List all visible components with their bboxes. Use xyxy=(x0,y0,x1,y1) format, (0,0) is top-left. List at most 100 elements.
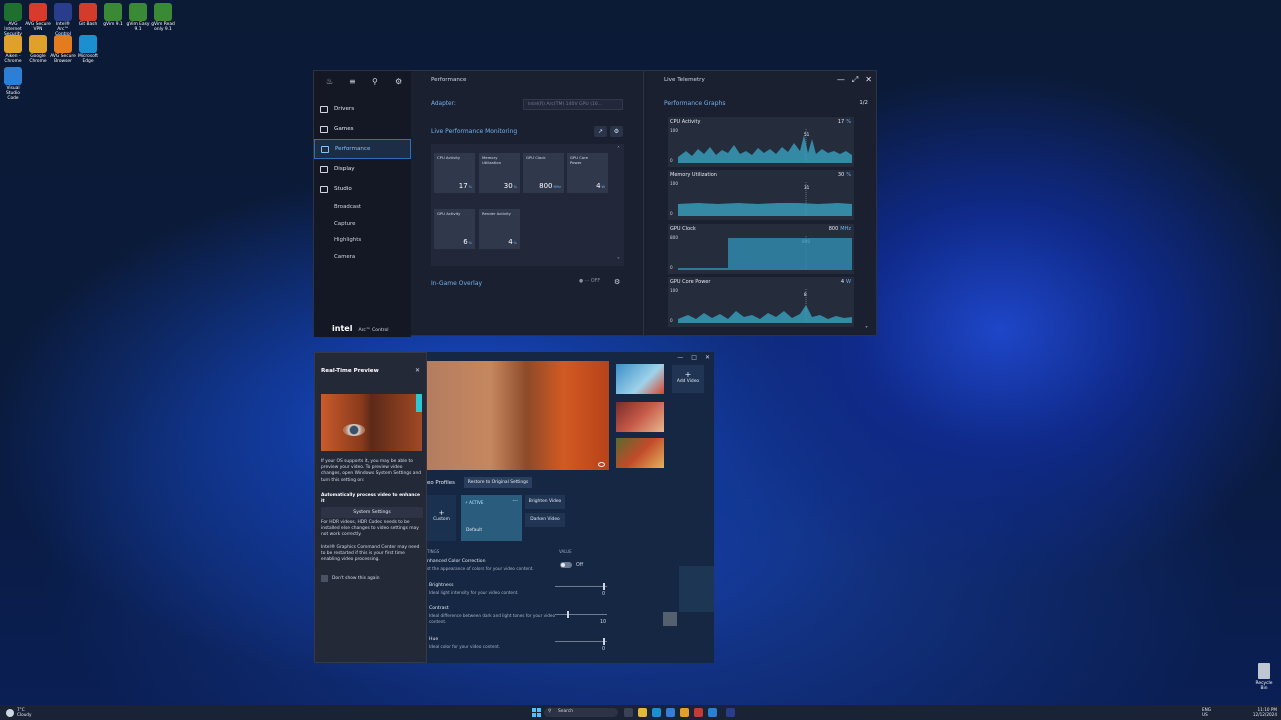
gear-icon[interactable]: ⚙ xyxy=(614,278,620,286)
desktop-icon[interactable]: gVim Read only 9.1 xyxy=(150,0,176,32)
more-icon[interactable]: ··· xyxy=(512,498,518,505)
chart-icon[interactable]: ↗ xyxy=(594,126,607,137)
tile-gpu-activity[interactable]: GPU Activity 6% xyxy=(434,209,475,249)
subnav-broadcast[interactable]: Broadcast xyxy=(314,199,411,216)
gear-icon[interactable]: ⚙ xyxy=(610,126,623,137)
video-thumbnail[interactable] xyxy=(616,402,664,432)
chrome-icon[interactable] xyxy=(680,708,689,717)
adapter-select[interactable]: Intel(R) Arc(TM) 140V GPU (16... xyxy=(523,99,623,110)
real-time-preview-dialog: Real-Time Preview ✕ If your OS supports … xyxy=(314,352,427,663)
close-icon[interactable]: ✕ xyxy=(865,75,872,85)
store-icon[interactable] xyxy=(666,708,675,717)
video-thumbnail[interactable] xyxy=(616,364,664,394)
dialog-title: Real-Time Preview xyxy=(321,368,379,374)
system-clock[interactable]: 11:10 PM 12/12/2024 xyxy=(1253,707,1277,717)
system-settings-button[interactable]: System Settings xyxy=(321,507,423,518)
chevron-down-icon[interactable]: ˅ xyxy=(617,257,620,264)
tile-cpu-activity[interactable]: CPU Activity 17% xyxy=(434,153,475,193)
right-strip xyxy=(679,566,714,612)
video-thumbnail[interactable] xyxy=(616,438,664,468)
checkbox[interactable] xyxy=(321,575,328,582)
eye-image xyxy=(343,424,365,436)
chevron-up-icon[interactable]: ˄ xyxy=(617,146,620,153)
subnav-camera[interactable]: Camera xyxy=(314,249,411,266)
profile-custom[interactable]: + Custom xyxy=(427,495,456,541)
edge-icon[interactable] xyxy=(652,708,661,717)
contrast-slider[interactable] xyxy=(555,611,607,618)
setting-contrast: Contrast Ideal difference between dark a… xyxy=(429,606,556,624)
nav-item-drivers[interactable]: Drivers xyxy=(314,99,411,119)
window-controls: — ⤢ ✕ xyxy=(837,75,872,85)
app-icon xyxy=(104,3,122,21)
tile-gpu-power[interactable]: GPU Core Power 4W xyxy=(567,153,608,193)
desktop-icon[interactable]: gVim Easy 9.1 xyxy=(125,0,151,32)
profile-brighten[interactable]: Brighten Video xyxy=(525,495,565,509)
hue-slider[interactable] xyxy=(555,638,607,645)
video-preview[interactable] xyxy=(427,361,609,470)
preview-image xyxy=(321,394,422,451)
overlay-toggle[interactable]: ● ··· OFF xyxy=(579,279,600,284)
video-profiles-label: eo Profiles xyxy=(427,480,455,486)
nav-item-performance[interactable]: Performance xyxy=(314,139,411,159)
desktop-icon[interactable]: Microsoft Edge xyxy=(75,32,101,64)
expand-icon[interactable]: ⤢ xyxy=(852,75,858,85)
desktop-icon[interactable]: Git Bash xyxy=(75,0,101,27)
bell-icon[interactable]: ♨ xyxy=(326,77,335,86)
vscode-icon[interactable] xyxy=(708,708,717,717)
taskbar-search[interactable]: ⚲ Search xyxy=(544,708,618,717)
file-explorer-icon[interactable] xyxy=(638,708,647,717)
nav-item-games[interactable]: Games xyxy=(314,119,411,139)
setting-brightness: Brightness Ideal light intensity for you… xyxy=(429,583,519,595)
tile-render-activity[interactable]: Render Activity 4% xyxy=(479,209,520,249)
gear-icon[interactable]: ⚙ xyxy=(395,77,404,86)
brightness-slider[interactable] xyxy=(555,583,607,590)
close-icon[interactable]: ✕ xyxy=(705,354,710,361)
section-title: Performance xyxy=(431,77,467,83)
taskbar: 7°C Cloudy ⚲ Search ENG US 11:10 PM 12/12/20… xyxy=(0,705,1281,720)
close-icon[interactable]: ✕ xyxy=(415,367,420,374)
eye-icon[interactable] xyxy=(598,462,605,467)
dont-show-checkbox[interactable]: Don't show this again xyxy=(321,575,380,582)
app-icon xyxy=(4,35,22,53)
desktop-icon[interactable]: Aiken - Chrome xyxy=(0,32,26,64)
profile-darken[interactable]: Darken Video xyxy=(525,513,565,527)
desktop-icon[interactable]: Google Chrome xyxy=(25,32,51,64)
restore-settings-button[interactable]: Restore to Original Settings xyxy=(464,477,532,488)
color-correction-toggle[interactable] xyxy=(560,562,572,568)
window-controls: — □ ✕ xyxy=(677,354,710,361)
desktop-icon[interactable]: gVim 9.1 xyxy=(100,0,126,27)
arc-control-taskbar-icon[interactable] xyxy=(726,708,735,717)
desktop-icon[interactable]: AVG Secure VPN xyxy=(25,0,51,32)
download-icon xyxy=(320,105,328,113)
tile-memory[interactable]: Memory Utilization 30% xyxy=(479,153,520,193)
arc-nav: Drivers Games Performance Display Studio… xyxy=(314,99,411,265)
subnav-highlights[interactable]: Highlights xyxy=(314,232,411,249)
desktop-icon[interactable]: AVG Secure Browser xyxy=(50,32,76,64)
desktop-icon[interactable]: Visual Studio Code xyxy=(0,64,26,101)
cpu-sparkline xyxy=(678,129,852,163)
language-indicator[interactable]: ENG US xyxy=(1202,707,1211,717)
start-button[interactable] xyxy=(532,708,541,717)
maximize-icon[interactable]: □ xyxy=(691,354,697,361)
nav-item-display[interactable]: Display xyxy=(314,159,411,179)
weather-widget[interactable]: 7°C Cloudy xyxy=(6,707,31,717)
tile-gpu-clock[interactable]: GPU Clock 800MHz xyxy=(523,153,564,193)
nav-item-studio[interactable]: Studio xyxy=(314,179,411,199)
minimize-icon[interactable]: — xyxy=(677,354,683,361)
sliders-icon[interactable]: ≡ xyxy=(349,77,358,86)
memory-sparkline xyxy=(678,182,852,216)
arc-toolbar: ♨ ≡ ⚲ ⚙ xyxy=(314,71,411,93)
task-view-icon[interactable] xyxy=(624,708,633,717)
subnav-capture[interactable]: Capture xyxy=(314,216,411,233)
recycle-bin[interactable]: Recycle Bin xyxy=(1252,663,1276,691)
search-icon[interactable]: ⚲ xyxy=(372,77,381,86)
reset-square[interactable] xyxy=(663,612,677,626)
profile-default[interactable]: ⚡ ACTIVE ··· Default xyxy=(461,495,522,541)
minimize-icon[interactable]: — xyxy=(837,75,845,85)
add-video-button[interactable]: + Add Video xyxy=(672,365,704,393)
avg-icon[interactable] xyxy=(694,708,703,717)
app-icon xyxy=(129,3,147,21)
chevron-down-icon[interactable]: ˅ xyxy=(865,326,868,333)
settings-column-header: TINGS xyxy=(427,549,440,554)
app-icon xyxy=(54,35,72,53)
